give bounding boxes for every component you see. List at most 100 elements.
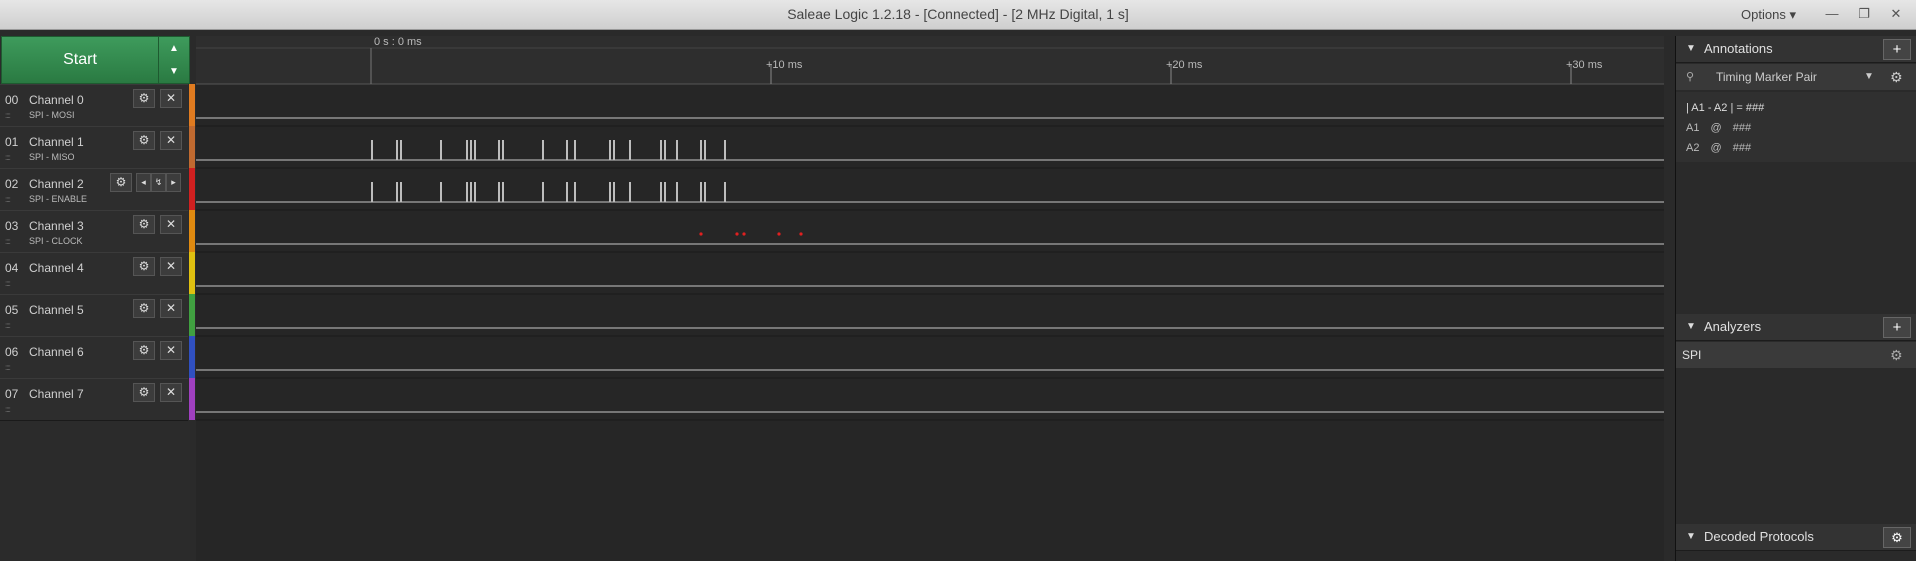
drag-handle-icon[interactable]: :::: [5, 405, 11, 414]
gear-icon[interactable]: ⚙ [133, 131, 155, 150]
waveform-canvas[interactable]: 0 s : 0 ms +10 ms +20 ms +30 ms [196, 36, 1664, 561]
next-edge-icon[interactable]: ▸ [166, 173, 181, 192]
channel-color-7 [189, 378, 195, 420]
marker-values: | A1 - A2 | = ### A1 @ ### A2 @ ### [1676, 92, 1916, 162]
previous-edge-icon[interactable]: ◂ [136, 173, 151, 192]
channel-number: 01 [5, 135, 19, 149]
gear-icon[interactable]: ⚙ [133, 89, 155, 108]
trace-pulse [371, 140, 373, 160]
trace-pulse [700, 140, 702, 160]
channel-name[interactable]: Channel 7 [29, 387, 84, 401]
close-icon[interactable]: ✕ [160, 215, 182, 234]
channel-color-1 [189, 126, 195, 168]
add-analyzer-button[interactable]: + [1883, 317, 1911, 338]
channel-analyzer-label: SPI - MISO [29, 152, 75, 162]
channel-number: 02 [5, 177, 19, 191]
collapse-icon[interactable]: ▼ [1686, 36, 1696, 62]
channel-name[interactable]: Channel 1 [29, 135, 84, 149]
timing-marker-pair-row[interactable]: ⚲ Timing Marker Pair ▼ ⚙ [1676, 64, 1916, 90]
channel-row-3[interactable]: 03 :::: Channel 3 SPI - CLOCK ⚙ ✕ [0, 210, 188, 253]
glitch-marker [699, 232, 703, 236]
trigger-edge-icon[interactable]: ↯ [151, 173, 166, 192]
channel-row-1[interactable]: 01 :::: Channel 1 SPI - MISO ⚙ ✕ [0, 126, 188, 169]
channel-row-4[interactable]: 04 :::: Channel 4 ⚙ ✕ [0, 252, 188, 295]
channel-row-7[interactable]: 07 :::: Channel 7 ⚙ ✕ [0, 378, 188, 421]
analyzers-header[interactable]: ▼ Analyzers + [1676, 314, 1916, 341]
gear-icon[interactable]: ⚙ [133, 383, 155, 402]
marker-a2: A2 @ ### [1686, 142, 1751, 154]
drag-handle-icon[interactable]: :::: [5, 111, 11, 120]
trace-pulse [440, 140, 442, 160]
time-tick-label: +30 ms [1566, 59, 1603, 71]
close-icon[interactable]: ✕ [160, 383, 182, 402]
gear-icon[interactable]: ⚙ [1883, 527, 1911, 548]
collapse-icon[interactable]: ▼ [1686, 314, 1696, 340]
channel-color-6 [189, 336, 195, 378]
dropdown-icon[interactable]: ▼ [1864, 64, 1874, 90]
gear-icon[interactable]: ⚙ [1890, 64, 1903, 90]
close-icon[interactable]: ✕ [1882, 3, 1910, 25]
channel-name[interactable]: Channel 0 [29, 93, 84, 107]
close-icon[interactable]: ✕ [160, 299, 182, 318]
annotations-header[interactable]: ▼ Annotations + [1676, 36, 1916, 63]
trace-pulse [498, 182, 500, 202]
close-icon[interactable]: ✕ [160, 89, 182, 108]
gear-icon[interactable]: ⚙ [133, 341, 155, 360]
minimize-icon[interactable]: — [1818, 3, 1846, 25]
marker-delta: | A1 - A2 | = ### [1686, 102, 1765, 114]
waveform-area[interactable]: 0 s : 0 ms +10 ms +20 ms +30 ms [196, 36, 1664, 561]
channel-name[interactable]: Channel 5 [29, 303, 84, 317]
channel-number: 06 [5, 345, 19, 359]
channel-name[interactable]: Channel 6 [29, 345, 84, 359]
glitch-marker [742, 232, 746, 236]
at-label: @ [1710, 142, 1722, 154]
drag-handle-icon[interactable]: :::: [5, 153, 11, 162]
drag-handle-icon[interactable]: :::: [5, 321, 11, 330]
decoded-protocols-title: Decoded Protocols [1704, 529, 1814, 544]
decoded-protocols-header[interactable]: ▼ Decoded Protocols ⚙ [1676, 524, 1916, 551]
trace-pulse [396, 182, 398, 202]
channel-row-0[interactable]: 00 :::: Channel 0 SPI - MOSI ⚙ ✕ [0, 84, 188, 127]
channel-traces [196, 117, 1664, 421]
channel-color-0 [189, 84, 195, 126]
gear-icon[interactable]: ⚙ [133, 299, 155, 318]
drag-handle-icon[interactable]: :::: [5, 363, 11, 372]
close-icon[interactable]: ✕ [160, 341, 182, 360]
gear-icon[interactable]: ⚙ [110, 173, 132, 192]
analyzer-item[interactable]: SPI ⚙ [1676, 342, 1916, 368]
channel-name[interactable]: Channel 4 [29, 261, 84, 275]
drag-handle-icon[interactable]: :::: [5, 279, 11, 288]
channel-analyzer-label: SPI - CLOCK [29, 236, 83, 246]
chevron-up-icon[interactable]: ▲ [159, 37, 189, 60]
channel-row-2[interactable]: 02 :::: Channel 2 SPI - ENABLE ⚙ ◂ ↯ ▸ [0, 168, 188, 211]
channel-color-4 [189, 252, 195, 294]
channel-analyzer-label: SPI - ENABLE [29, 194, 88, 204]
trace-pulse [566, 140, 568, 160]
chevron-down-icon[interactable]: ▼ [159, 60, 189, 83]
start-button[interactable]: Start [1, 36, 159, 84]
channel-name[interactable]: Channel 2 [29, 177, 84, 191]
restore-icon[interactable]: ❐ [1850, 3, 1878, 25]
trace-pulse [629, 182, 631, 202]
gear-icon[interactable]: ⚙ [133, 215, 155, 234]
close-icon[interactable]: ✕ [160, 257, 182, 276]
channel-row-5[interactable]: 05 :::: Channel 5 ⚙ ✕ [0, 294, 188, 337]
trace-pulse [400, 182, 402, 202]
channel-name[interactable]: Channel 3 [29, 219, 84, 233]
marker-a1-value: ### [1732, 122, 1752, 134]
analyzer-name: SPI [1682, 348, 1702, 362]
drag-handle-icon[interactable]: :::: [5, 237, 11, 246]
close-icon[interactable]: ✕ [160, 131, 182, 150]
title-bar: Saleae Logic 1.2.18 - [Connected] - [2 M… [0, 0, 1916, 30]
trace-pulse [676, 140, 678, 160]
drag-handle-icon[interactable]: :::: [5, 195, 11, 204]
collapse-icon[interactable]: ▼ [1686, 524, 1696, 550]
marker-a2-label: A2 [1686, 142, 1700, 154]
trace-pulse [371, 182, 373, 202]
gear-icon[interactable]: ⚙ [1890, 342, 1903, 368]
gear-icon[interactable]: ⚙ [133, 257, 155, 276]
channel-row-6[interactable]: 06 :::: Channel 6 ⚙ ✕ [0, 336, 188, 379]
add-annotation-button[interactable]: + [1883, 39, 1911, 60]
trace-pulse [474, 182, 476, 202]
options-menu[interactable]: Options ▾ [1741, 0, 1796, 29]
